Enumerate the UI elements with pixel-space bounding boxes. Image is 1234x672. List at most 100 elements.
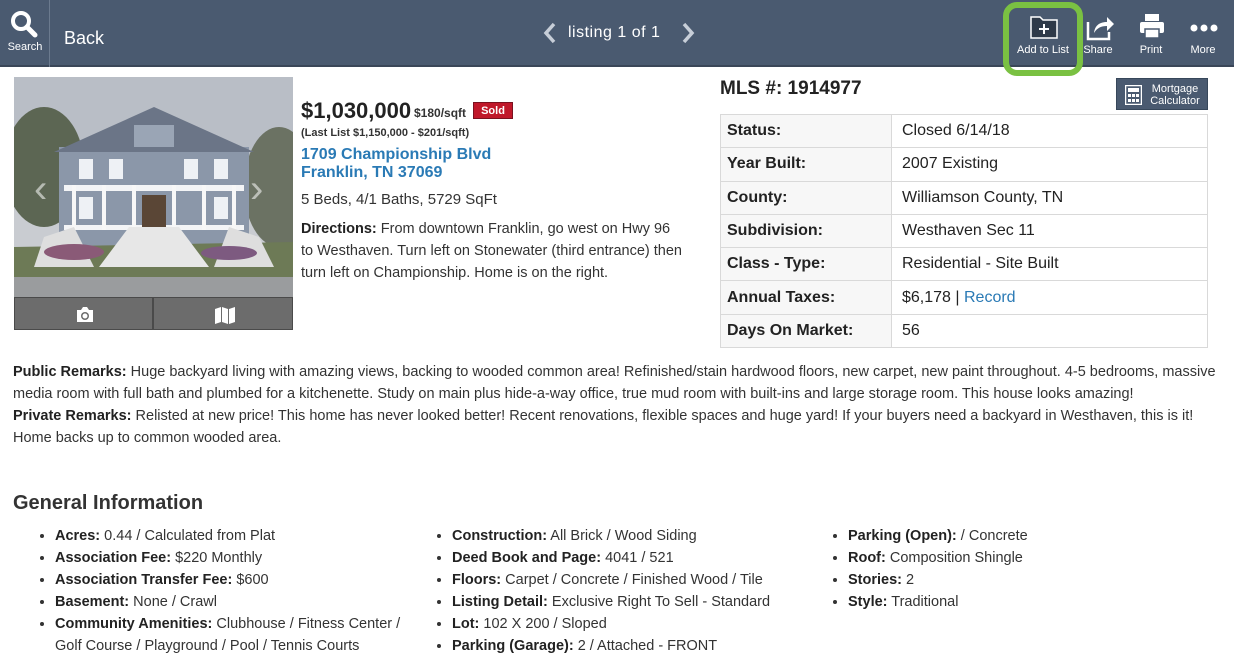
detail-label: County: bbox=[720, 180, 892, 215]
list-item: Listing Detail: Exclusive Right To Sell … bbox=[452, 591, 810, 613]
public-remarks-text: Huge backyard living with amazing views,… bbox=[13, 364, 1216, 402]
private-remarks-text: Relisted at new price! This home has nev… bbox=[13, 408, 1194, 446]
search-button[interactable]: Search bbox=[0, 0, 50, 67]
more-dots-icon bbox=[1190, 24, 1218, 32]
list-item: Lot: 102 X 200 / Sloped bbox=[452, 613, 810, 635]
list-item: Association Transfer Fee: $600 bbox=[55, 569, 423, 591]
info-value: Composition Shingle bbox=[889, 550, 1023, 566]
search-icon bbox=[11, 11, 38, 38]
status-badge: Sold bbox=[473, 102, 513, 119]
photo-prev-icon[interactable]: ‹ bbox=[34, 167, 47, 212]
add-to-list-highlight bbox=[1003, 2, 1083, 76]
listing-photo[interactable]: ‹ › bbox=[14, 77, 293, 297]
list-item: Parking (Open): / Concrete bbox=[848, 525, 1206, 547]
print-label: Print bbox=[1139, 44, 1163, 56]
info-label: Parking (Open): bbox=[848, 528, 957, 544]
detail-value: Residential - Site Built bbox=[891, 247, 1208, 282]
info-label: Lot: bbox=[452, 616, 480, 632]
mls-number: MLS #: 1914977 bbox=[720, 78, 862, 99]
map-tab[interactable] bbox=[153, 297, 293, 330]
last-list-price: (Last List $1,150,000 - $201/sqft) bbox=[301, 127, 470, 139]
next-listing-icon[interactable] bbox=[680, 22, 696, 44]
info-value: Carpet / Concrete / Finished Wood / Tile bbox=[505, 572, 763, 588]
info-label: Parking (Garage): bbox=[452, 638, 574, 654]
table-row: Subdivision: Westhaven Sec 11 bbox=[720, 213, 1208, 249]
detail-value: 2007 Existing bbox=[891, 147, 1208, 182]
detail-value: Closed 6/14/18 bbox=[891, 113, 1208, 149]
listing-navigator: listing 1 of 1 bbox=[540, 20, 700, 46]
general-info-column-1: Acres: 0.44 / Calculated from Plat Assoc… bbox=[33, 525, 423, 657]
printer-icon bbox=[1140, 14, 1164, 39]
public-remarks: Public Remarks: Huge backyard living wit… bbox=[13, 361, 1218, 405]
directions: Directions: From downtown Franklin, go w… bbox=[301, 218, 686, 284]
photo-tabs bbox=[14, 297, 293, 330]
calculator-icon bbox=[1125, 85, 1142, 105]
mortgage-label-1: Mortgage bbox=[1151, 83, 1199, 95]
info-label: Stories: bbox=[848, 572, 902, 588]
property-details-table: Status: Closed 6/14/18 Year Built: 2007 Ex… bbox=[720, 113, 1208, 349]
detail-value: Williamson County, TN bbox=[891, 180, 1208, 215]
info-value: 102 X 200 / Sloped bbox=[483, 616, 607, 632]
annual-taxes-value: $6,178 bbox=[902, 288, 951, 306]
private-remarks: Private Remarks: Relisted at new price! … bbox=[13, 405, 1218, 449]
list-item: Roof: Composition Shingle bbox=[848, 547, 1206, 569]
listing-price: $1,030,000 bbox=[301, 98, 412, 123]
table-row: Annual Taxes: $6,178 | Record bbox=[720, 280, 1208, 315]
list-item: Deed Book and Page: 4041 / 521 bbox=[452, 547, 810, 569]
list-item: Stories: 2 bbox=[848, 569, 1206, 591]
listing-counter: listing 1 of 1 bbox=[568, 24, 661, 41]
info-label: Listing Detail: bbox=[452, 594, 548, 610]
info-label: Style: bbox=[848, 594, 888, 610]
table-row: County: Williamson County, TN bbox=[720, 180, 1208, 215]
info-value: Exclusive Right To Sell - Standard bbox=[551, 594, 771, 610]
address-link[interactable]: 1709 Championship Blvd Franklin, TN 3706… bbox=[301, 146, 491, 182]
list-item: Basement: None / Crawl bbox=[55, 591, 423, 613]
table-row: Class - Type: Residential - Site Built bbox=[720, 247, 1208, 282]
detail-value: $6,178 | Record bbox=[891, 280, 1208, 315]
info-label: Association Fee: bbox=[55, 550, 172, 566]
info-value: All Brick / Wood Siding bbox=[550, 528, 697, 544]
info-label: Community Amenities: bbox=[55, 616, 213, 632]
info-label: Floors: bbox=[452, 572, 502, 588]
info-value: 2 bbox=[906, 572, 915, 588]
search-label: Search bbox=[7, 41, 43, 53]
info-label: Association Transfer Fee: bbox=[55, 572, 233, 588]
more-button[interactable]: More bbox=[1175, 10, 1231, 60]
remarks-section: Public Remarks: Huge backyard living wit… bbox=[13, 361, 1218, 449]
detail-label: Class - Type: bbox=[720, 247, 892, 282]
general-info-column-3: Parking (Open): / Concrete Roof: Composi… bbox=[826, 525, 1206, 613]
mortgage-calculator-button[interactable]: Mortgage Calculator bbox=[1116, 78, 1208, 110]
address-street: 1709 Championship Blvd bbox=[301, 146, 492, 163]
info-value: 4041 / 521 bbox=[605, 550, 674, 566]
back-button[interactable]: Back bbox=[64, 28, 104, 49]
list-item: Style: Traditional bbox=[848, 591, 1206, 613]
list-item: Floors: Carpet / Concrete / Finished Woo… bbox=[452, 569, 810, 591]
photo-next-icon[interactable]: › bbox=[250, 167, 263, 212]
table-row: Year Built: 2007 Existing bbox=[720, 147, 1208, 182]
directions-label: Directions: bbox=[301, 221, 377, 237]
camera-icon bbox=[77, 307, 93, 322]
list-item: Acres: 0.44 / Calculated from Plat bbox=[55, 525, 423, 547]
address-city: Franklin, TN 37069 bbox=[301, 164, 443, 181]
info-label: Acres: bbox=[55, 528, 101, 544]
info-value: None / Crawl bbox=[133, 594, 217, 610]
table-row: Days On Market: 56 bbox=[720, 313, 1208, 349]
info-label: Construction: bbox=[452, 528, 548, 544]
info-value: / Concrete bbox=[960, 528, 1028, 544]
detail-label: Days On Market: bbox=[720, 313, 892, 349]
public-remarks-label: Public Remarks: bbox=[13, 364, 127, 380]
price-per-sqft: $180/sqft bbox=[414, 106, 467, 120]
print-button[interactable]: Print bbox=[1123, 10, 1179, 60]
photos-tab[interactable] bbox=[14, 297, 153, 330]
info-value: Traditional bbox=[891, 594, 959, 610]
tax-record-link[interactable]: Record bbox=[964, 289, 1016, 306]
detail-value: 56 bbox=[891, 313, 1208, 349]
detail-label: Status: bbox=[720, 113, 892, 149]
private-remarks-label: Private Remarks: bbox=[13, 408, 132, 424]
list-item: Construction: All Brick / Wood Siding bbox=[452, 525, 810, 547]
previous-listing-icon[interactable] bbox=[542, 22, 558, 44]
list-item: Community Amenities: Clubhouse / Fitness… bbox=[55, 613, 423, 657]
general-info-column-2: Construction: All Brick / Wood Siding De… bbox=[430, 525, 810, 657]
info-label: Roof: bbox=[848, 550, 886, 566]
mortgage-label-2: Calculator bbox=[1150, 95, 1200, 107]
